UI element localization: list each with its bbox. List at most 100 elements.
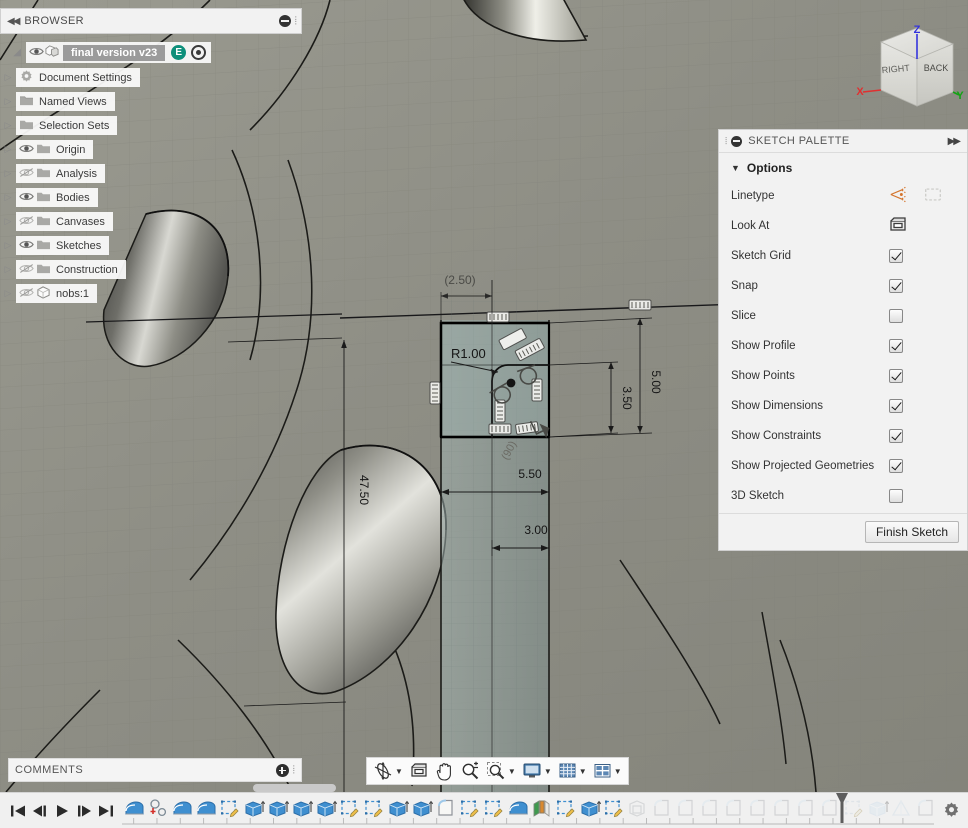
chevron-right-icon[interactable]: ▷ — [0, 168, 16, 179]
sidebar-item-label: Sketches — [56, 239, 102, 252]
chevron-right-icon[interactable]: ▷ — [0, 240, 16, 251]
sidebar-item-document-settings[interactable]: ▷ Document Settings — [0, 68, 302, 87]
palette-row-show-profile[interactable]: Show Profile — [719, 331, 967, 361]
slice-checkbox[interactable] — [889, 309, 903, 323]
palette-row-show-dimensions[interactable]: Show Dimensions — [719, 391, 967, 421]
chevron-down-icon[interactable]: ▼ — [614, 767, 622, 776]
palette-row-linetype[interactable]: Linetype — [719, 181, 967, 211]
pan-tool-button[interactable] — [433, 759, 456, 783]
row-label: Show Dimensions — [731, 400, 824, 412]
palette-row-3d-sketch[interactable]: 3D Sketch — [719, 481, 967, 511]
chevron-right-icon[interactable]: ▷ — [0, 144, 16, 155]
3d-sketch-checkbox[interactable] — [889, 489, 903, 503]
sidebar-item-origin[interactable]: ▷ Origin — [0, 140, 302, 159]
minimize-icon[interactable] — [278, 15, 291, 27]
tree-root-row[interactable]: ◢ final version v23 E — [0, 42, 302, 63]
badge-e-icon[interactable]: E — [171, 45, 187, 60]
zoom-window-tool-button[interactable]: ▼ — [484, 759, 518, 783]
eye-icon[interactable] — [19, 143, 36, 157]
grip-icon[interactable]: ⦙ — [295, 15, 297, 28]
eye-hidden-icon[interactable] — [19, 215, 36, 229]
orbit-tool-button[interactable]: ▼ — [371, 759, 405, 783]
palette-row-snap[interactable]: Snap — [719, 271, 967, 301]
sidebar-item-sketches[interactable]: ▷ Sketches — [0, 236, 302, 255]
eye-icon[interactable] — [29, 46, 44, 60]
eye-hidden-icon[interactable] — [19, 167, 36, 181]
row-label: Linetype — [731, 190, 775, 202]
eye-icon[interactable] — [19, 191, 36, 205]
go-to-end-button[interactable] — [96, 800, 116, 822]
look-at-tool-button[interactable] — [407, 759, 431, 783]
row-label: Sketch Grid — [731, 250, 792, 262]
chevron-right-icon[interactable]: ▷ — [0, 216, 16, 227]
chevron-down-icon[interactable]: ▼ — [395, 767, 403, 776]
show-constraints-checkbox[interactable] — [889, 429, 903, 443]
palette-row-slice[interactable]: Slice — [719, 301, 967, 331]
go-to-beginning-button[interactable] — [8, 800, 28, 822]
eye-hidden-icon[interactable] — [19, 263, 36, 277]
playhead-marker-icon[interactable] — [834, 792, 850, 823]
timeline-settings-button[interactable] — [934, 801, 968, 820]
finish-sketch-button[interactable]: Finish Sketch — [864, 521, 959, 543]
palette-row-look-at[interactable]: Look At — [719, 211, 967, 241]
chevron-down-icon[interactable]: ▼ — [544, 767, 552, 776]
triangle-expanded-icon[interactable]: ◢ — [0, 47, 26, 58]
sidebar-item-nobs[interactable]: ▷ nobs:1 — [0, 284, 302, 303]
palette-row-show-constraints[interactable]: Show Constraints — [719, 421, 967, 451]
grid-snaps-button[interactable]: ▼ — [556, 759, 589, 783]
show-points-checkbox[interactable] — [889, 369, 903, 383]
chevron-right-icon[interactable]: ▷ — [0, 72, 16, 83]
timeline-track[interactable] — [122, 792, 934, 828]
chevron-down-icon[interactable]: ▼ — [579, 767, 587, 776]
grip-icon[interactable]: ⦙ — [725, 136, 727, 147]
chevron-down-icon[interactable]: ▼ — [508, 767, 516, 776]
sidebar-item-selection-sets[interactable]: ▷ Selection Sets — [0, 116, 302, 135]
grip-icon[interactable]: ⦙ — [293, 764, 295, 777]
sidebar-item-construction[interactable]: ▷ Construction — [0, 260, 302, 279]
palette-row-show-points[interactable]: Show Points — [719, 361, 967, 391]
plus-circle-icon[interactable] — [275, 763, 289, 777]
browser-header[interactable]: ◀◀ BROWSER ⦙ — [0, 8, 302, 34]
palette-row-show-projected-geometries[interactable]: Show Projected Geometries — [719, 451, 967, 481]
chevron-right-icon[interactable]: ▷ — [0, 96, 16, 107]
minimize-icon[interactable] — [731, 135, 743, 147]
palette-row-sketch-grid[interactable]: Sketch Grid — [719, 241, 967, 271]
double-chevron-right-icon[interactable]: ▶▶ — [948, 136, 961, 147]
show-profile-checkbox[interactable] — [889, 339, 903, 353]
show-dimensions-checkbox[interactable] — [889, 399, 903, 413]
comments-panel[interactable]: COMMENTS ⦙ — [8, 758, 302, 782]
chevron-right-icon[interactable]: ▷ — [0, 288, 16, 299]
step-forward-button[interactable] — [74, 800, 94, 822]
zoom-tool-button[interactable] — [458, 759, 482, 783]
palette-header[interactable]: ⦙ SKETCH PALETTE ▶▶ — [719, 130, 967, 153]
double-chevron-left-icon[interactable]: ◀◀ — [7, 16, 20, 27]
play-button[interactable] — [52, 800, 72, 822]
folder-icon — [36, 166, 53, 182]
chevron-right-icon[interactable]: ▷ — [0, 120, 16, 131]
browser-scrollbar[interactable] — [253, 784, 336, 792]
sketch-grid-checkbox[interactable] — [889, 249, 903, 263]
chevron-right-icon[interactable]: ▷ — [0, 264, 16, 275]
viewports-button[interactable]: ▼ — [591, 759, 624, 783]
browser-title: BROWSER — [24, 15, 85, 27]
snap-checkbox[interactable] — [889, 279, 903, 293]
view-cube[interactable]: RIGHT BACK Z X Y — [855, 22, 965, 127]
palette-section-header[interactable]: ▼ Options — [719, 161, 967, 181]
look-at-icon[interactable] — [889, 216, 907, 236]
sidebar-item-canvases[interactable]: ▷ Canvases — [0, 212, 302, 231]
display-settings-button[interactable]: ▼ — [520, 759, 554, 783]
step-back-button[interactable] — [30, 800, 50, 822]
target-icon[interactable] — [191, 45, 207, 60]
construction-line-icon[interactable] — [889, 186, 909, 206]
eye-icon[interactable] — [19, 239, 36, 253]
centerline-icon[interactable] — [923, 186, 943, 206]
sidebar-item-bodies[interactable]: ▷ Bodies — [0, 188, 302, 207]
triangle-down-icon[interactable]: ▼ — [731, 163, 740, 173]
eye-hidden-icon[interactable] — [19, 287, 36, 301]
sidebar-item-analysis[interactable]: ▷ Analysis — [0, 164, 302, 183]
chevron-right-icon[interactable]: ▷ — [0, 192, 16, 203]
show-projected-geometries-checkbox[interactable] — [889, 459, 903, 473]
folder-icon — [36, 142, 53, 158]
sketch-palette: ⦙ SKETCH PALETTE ▶▶ ▼ Options Linetype L… — [718, 129, 968, 551]
sidebar-item-named-views[interactable]: ▷ Named Views — [0, 92, 302, 111]
